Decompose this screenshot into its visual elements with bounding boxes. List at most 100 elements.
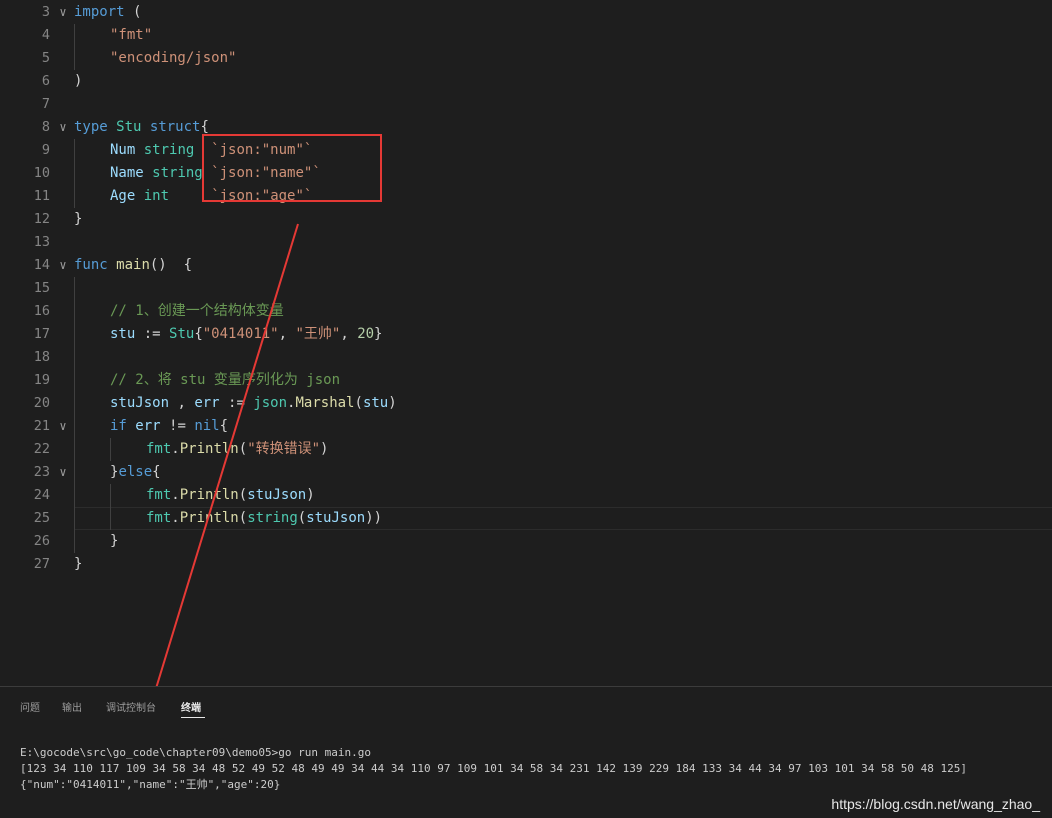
code-line[interactable]: 12} bbox=[0, 208, 1052, 231]
code-token: "王帅" bbox=[295, 326, 341, 342]
indent-guide bbox=[74, 139, 75, 208]
code-text: if err != nil{ bbox=[110, 415, 228, 438]
panel-tab[interactable]: 输出 bbox=[62, 699, 82, 714]
code-line[interactable]: 15 bbox=[0, 277, 1052, 300]
code-token: ) bbox=[388, 395, 397, 411]
code-line[interactable]: 6) bbox=[0, 70, 1052, 93]
code-line[interactable]: 3 ∨ import ( bbox=[0, 1, 1052, 24]
line-number: 27 bbox=[33, 556, 50, 572]
code-token: int bbox=[143, 188, 170, 204]
code-line[interactable]: 19 // 2、将 stu 变量序列化为 json bbox=[0, 369, 1052, 392]
code-token: "fmt" bbox=[110, 27, 153, 43]
line-number: 12 bbox=[33, 211, 50, 227]
fold-chevron-icon[interactable]: ∨ bbox=[56, 415, 70, 438]
panel-tab[interactable]: 终端 bbox=[181, 699, 201, 714]
code-token: := bbox=[135, 326, 170, 342]
code-line[interactable]: 7 bbox=[0, 93, 1052, 116]
code-token: err bbox=[135, 418, 161, 434]
code-token: Num bbox=[110, 142, 136, 158]
code-line[interactable]: 17 stu := Stu{"0414011", "王帅", 20} bbox=[0, 323, 1052, 346]
code-text: import ( bbox=[74, 1, 141, 24]
code-line[interactable]: 13 bbox=[0, 231, 1052, 254]
fold-chevron-icon[interactable]: ∨ bbox=[56, 116, 70, 139]
code-text: stu := Stu{"0414011", "王帅", 20} bbox=[110, 323, 382, 346]
code-token: fmt bbox=[146, 510, 172, 526]
fold-chevron-icon[interactable]: ∨ bbox=[56, 254, 70, 277]
code-token: fmt bbox=[146, 441, 172, 457]
line-number: 25 bbox=[33, 510, 50, 526]
terminal-line: E:\gocode\src\go_code\chapter09\demo05>g… bbox=[20, 746, 371, 759]
code-line[interactable]: 20 stuJson , err := json.Marshal(stu) bbox=[0, 392, 1052, 415]
code-line[interactable]: 22 fmt.Println("转换错误") bbox=[0, 438, 1052, 461]
code-line[interactable]: 24 fmt.Println(stuJson) bbox=[0, 484, 1052, 507]
code-editor[interactable]: 3 ∨ import (4 "fmt" 5 "encoding/json" 6) 7 8 ∨ typ… bbox=[0, 0, 1052, 686]
code-token: ( bbox=[354, 395, 363, 411]
code-token: string bbox=[152, 165, 203, 181]
code-line[interactable]: 14 ∨ func main() { bbox=[0, 254, 1052, 277]
code-token: Stu bbox=[169, 326, 195, 342]
line-number: 7 bbox=[41, 96, 50, 112]
panel-tab[interactable]: 调试控制台 bbox=[106, 699, 156, 714]
code-token: fmt bbox=[146, 487, 172, 503]
code-token: { bbox=[194, 326, 203, 342]
code-token: stuJson bbox=[306, 510, 366, 526]
code-token: ( bbox=[238, 487, 248, 503]
code-text: type Stu struct{ bbox=[74, 116, 209, 139]
panel-tab[interactable]: 问题 bbox=[20, 699, 40, 714]
code-token: } bbox=[74, 556, 83, 572]
code-line[interactable]: 21 ∨ if err != nil{ bbox=[0, 415, 1052, 438]
code-line[interactable]: 4 "fmt" bbox=[0, 24, 1052, 47]
code-token: Println bbox=[179, 487, 239, 503]
code-line[interactable]: 18 bbox=[0, 346, 1052, 369]
code-token: , bbox=[278, 326, 296, 342]
code-text: "encoding/json" bbox=[110, 47, 236, 70]
code-line[interactable]: 11 Age int `json:"age"` bbox=[0, 185, 1052, 208]
code-line[interactable]: 10 Name string `json:"name"` bbox=[0, 162, 1052, 185]
code-token: { bbox=[200, 119, 209, 135]
terminal-line: {"num":"0414011","name":"王帅","age":20} bbox=[20, 778, 281, 791]
code-text: func main() { bbox=[74, 254, 192, 277]
fold-chevron-icon[interactable]: ∨ bbox=[56, 461, 70, 484]
code-token: != bbox=[160, 418, 195, 434]
code-line[interactable]: 27} bbox=[0, 553, 1052, 576]
code-token: string bbox=[247, 510, 298, 526]
line-number: 13 bbox=[33, 234, 50, 250]
code-token: , bbox=[340, 326, 358, 342]
code-token: . bbox=[171, 510, 180, 526]
code-line[interactable]: 23 ∨}else{ bbox=[0, 461, 1052, 484]
line-number: 16 bbox=[33, 303, 50, 319]
code-token: func bbox=[74, 257, 108, 273]
code-text: stuJson , err := json.Marshal(stu) bbox=[110, 392, 397, 415]
code-line[interactable]: 26} bbox=[0, 530, 1052, 553]
line-number: 3 bbox=[41, 4, 50, 20]
line-number: 14 bbox=[33, 257, 50, 273]
code-line[interactable]: 25 fmt.Println(string(stuJson)) bbox=[0, 507, 1052, 530]
code-token: 20 bbox=[357, 326, 375, 342]
code-line[interactable]: 16 // 1、创建一个结构体变量 bbox=[0, 300, 1052, 323]
code-token: . bbox=[171, 487, 180, 503]
code-line[interactable]: 5 "encoding/json" bbox=[0, 47, 1052, 70]
code-text: fmt.Println("转换错误") bbox=[146, 438, 328, 461]
line-number: 17 bbox=[33, 326, 50, 342]
code-token: json bbox=[253, 395, 288, 411]
code-token: )) bbox=[365, 510, 383, 526]
line-number: 20 bbox=[33, 395, 50, 411]
code-text: fmt.Println(stuJson) bbox=[146, 484, 315, 507]
indent-guide bbox=[110, 484, 111, 530]
fold-chevron-icon[interactable]: ∨ bbox=[56, 1, 70, 24]
code-token: // 1、创建一个结构体变量 bbox=[110, 303, 284, 319]
code-token: , bbox=[169, 395, 195, 411]
code-text: }else{ bbox=[110, 461, 161, 484]
code-line[interactable]: 8 ∨ type Stu struct{ bbox=[0, 116, 1052, 139]
indent-guide bbox=[74, 24, 75, 70]
code-token: if bbox=[110, 418, 127, 434]
code-token: type bbox=[74, 119, 108, 135]
code-token: ( bbox=[238, 510, 248, 526]
code-token: ( bbox=[297, 510, 307, 526]
code-line[interactable]: 9 Num string `json:"num"` bbox=[0, 139, 1052, 162]
annotation-highlight-box bbox=[202, 134, 382, 202]
